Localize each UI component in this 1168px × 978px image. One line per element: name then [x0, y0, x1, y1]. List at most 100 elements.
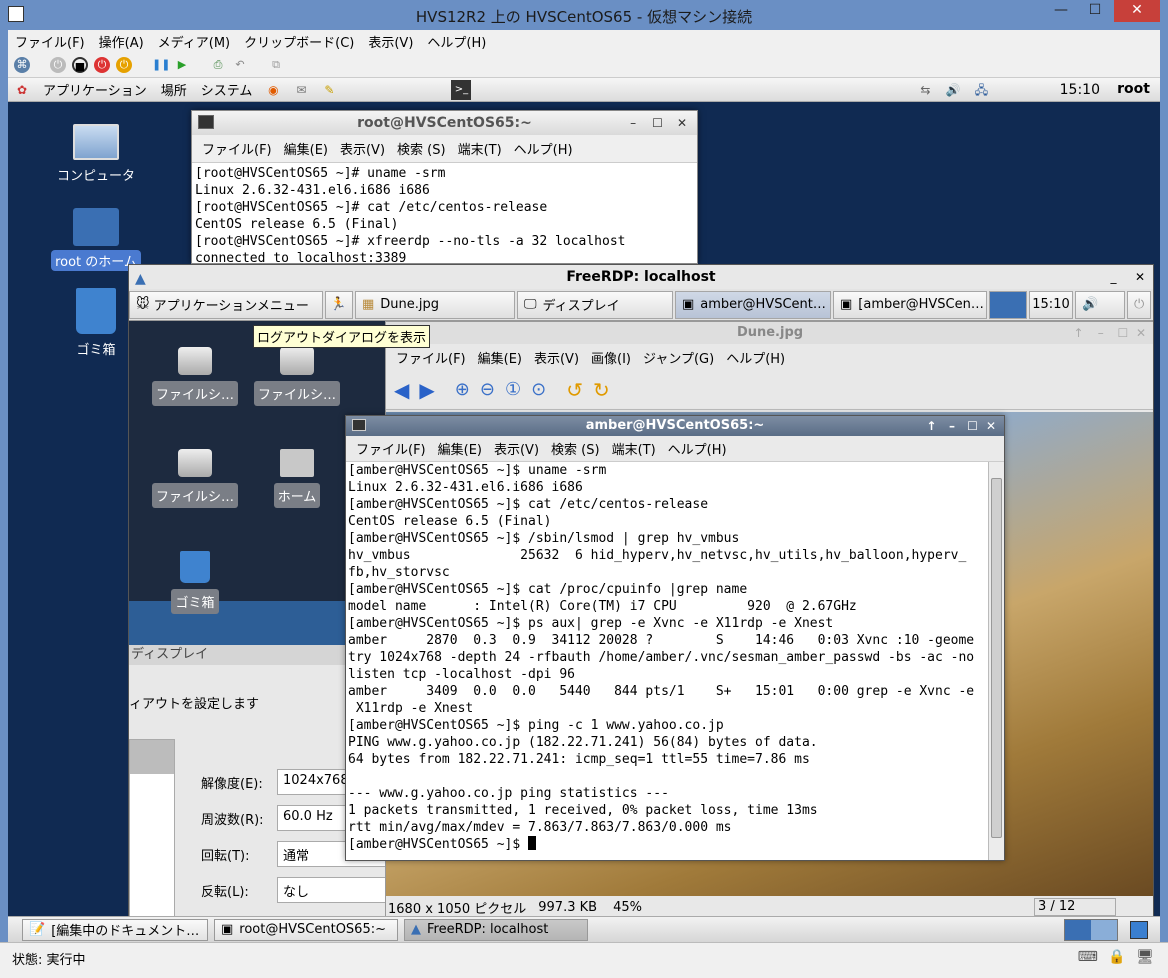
rotate-right-icon[interactable]: ↻ [593, 378, 610, 402]
xfce-desktop-fs-2[interactable]: ファイルシ… [249, 347, 345, 406]
viewer-maximize-button[interactable]: ☐ [1116, 322, 1130, 344]
menu-file[interactable]: ファイル(F) [8, 32, 92, 51]
gnome-user[interactable]: root [1117, 81, 1150, 97]
amber-term-maximize-button[interactable]: ☐ [965, 416, 979, 436]
root-term-maximize-button[interactable]: ☐ [651, 111, 665, 135]
notes-icon[interactable]: ✎ [319, 80, 339, 100]
root-term-menu-view[interactable]: 表示(V) [334, 139, 391, 158]
xfce-power-icon[interactable]: ⏻ [1127, 290, 1151, 319]
viewer-shade-button[interactable]: ↑ [1072, 322, 1086, 344]
root-term-close-button[interactable]: ✕ [675, 111, 689, 135]
xfce-desktop-fs-3[interactable]: ファイルシ… [147, 449, 243, 508]
zoom-100-icon[interactable]: ① [505, 379, 521, 400]
viewer-menu-file[interactable]: ファイル(F) [390, 348, 472, 367]
amber-terminal-window[interactable]: amber@HVSCentOS65:~ ↑ – ☐ ✕ ファイル(F) 編集(E… [345, 415, 1005, 861]
zoom-out-icon[interactable]: ⊖ [480, 379, 495, 400]
root-terminal-output[interactable]: [root@HVSCentOS65 ~]# uname -srm Linux 2… [192, 163, 697, 263]
freerdp-titlebar[interactable]: ▲ FreeRDP: localhost _ ✕ [129, 265, 1153, 289]
root-term-menu-file[interactable]: ファイル(F) [196, 139, 278, 158]
back-arrow-icon[interactable]: ◀ [394, 378, 409, 402]
amber-term-menu-search[interactable]: 検索 (S) [545, 439, 606, 458]
taskbar-gedit[interactable]: 📝 [編集中のドキュメント… [22, 918, 208, 941]
amber-term-menu-view[interactable]: 表示(V) [488, 439, 545, 458]
root-term-menu-help[interactable]: ヘルプ(H) [508, 139, 579, 158]
amber-terminal-titlebar[interactable]: amber@HVSCentOS65:~ ↑ – ☐ ✕ [346, 416, 1004, 436]
viewer-menu-help[interactable]: ヘルプ(H) [720, 348, 791, 367]
xfce-clock[interactable]: 15:10 [1029, 290, 1073, 319]
firefox-icon[interactable]: ◉ [263, 80, 283, 100]
amber-terminal-scrollbar[interactable] [988, 462, 1004, 860]
xfce-desktop-home[interactable]: ホーム [249, 449, 345, 508]
viewer-menu-image[interactable]: 画像(I) [585, 348, 637, 367]
xfce-apps-menu-button[interactable]: 🐭 アプリケーションメニュー [129, 290, 323, 319]
reflection-select[interactable]: なし [277, 877, 397, 903]
minimize-button[interactable]: — [1046, 0, 1076, 22]
viewer-menu-view[interactable]: 表示(V) [528, 348, 585, 367]
xfce-volume-icon[interactable]: 🔊 [1075, 290, 1125, 319]
workspace-switcher[interactable] [989, 290, 1027, 319]
root-term-menu-edit[interactable]: 編集(E) [278, 139, 334, 158]
freerdp-close-button[interactable]: ✕ [1133, 265, 1147, 289]
zoom-fit-icon[interactable]: ⊙ [531, 379, 546, 400]
gnome-workspace-switcher[interactable] [1064, 918, 1118, 941]
xfce-task-amber-terminal[interactable]: ▣ amber@HVSCent… [675, 290, 831, 319]
menu-media[interactable]: メディア(M) [151, 32, 237, 51]
viewer-close-button[interactable]: ✕ [1134, 322, 1148, 344]
xfce-task-dune[interactable]: ▦ Dune.jpg [355, 290, 515, 319]
ctrl-alt-del-icon[interactable]: ⌘ [14, 56, 30, 73]
revert-icon[interactable]: ↶ [232, 57, 248, 73]
volume-icon[interactable]: 🔊 [943, 80, 963, 100]
display-list[interactable] [129, 739, 175, 917]
logout-icon[interactable]: 🏃 [325, 290, 353, 319]
gnome-clock[interactable]: 15:10 [1060, 82, 1100, 98]
maximize-button[interactable]: ☐ [1080, 0, 1110, 22]
terminal-launcher-icon[interactable]: >_ [451, 79, 472, 100]
xfce-desktop-fs-1[interactable]: ファイルシ… [147, 347, 243, 406]
save-state-icon[interactable]: ⏻ [116, 56, 132, 73]
menu-help[interactable]: ヘルプ(H) [420, 32, 493, 51]
network-icon[interactable]: ⇆ [915, 80, 935, 100]
amber-term-menu-terminal[interactable]: 端末(T) [606, 439, 662, 458]
menu-view[interactable]: 表示(V) [361, 32, 420, 51]
taskbar-root-terminal[interactable]: ▣ root@HVSCentOS65:~ [214, 918, 398, 941]
gnome-menu-places[interactable]: 場所 [154, 80, 194, 99]
root-term-minimize-button[interactable]: – [626, 111, 640, 135]
forward-arrow-icon[interactable]: ▶ [419, 378, 434, 402]
root-terminal-titlebar[interactable]: root@HVSCentOS65:~ – ☐ ✕ [192, 111, 697, 135]
desktop-home[interactable]: root のホーム [51, 208, 141, 271]
root-term-menu-search[interactable]: 検索 (S) [391, 139, 452, 158]
menu-clipboard[interactable]: クリップボード(C) [237, 32, 361, 51]
amber-term-menu-help[interactable]: ヘルプ(H) [662, 439, 733, 458]
mail-icon[interactable]: ✉ [291, 80, 311, 100]
viewer-menu-edit[interactable]: 編集(E) [472, 348, 528, 367]
viewer-titlebar[interactable]: Dune.jpg ↑ – ☐ ✕ [386, 322, 1153, 344]
start-icon[interactable]: ⏻ [50, 56, 66, 73]
viewer-minimize-button[interactable]: – [1094, 322, 1108, 344]
freerdp-minimize-button[interactable]: _ [1107, 265, 1121, 289]
xfce-task-display[interactable]: 🖵 ディスプレイ [517, 290, 673, 319]
turn-off-icon[interactable]: ■ [72, 56, 88, 73]
gnome-menu-system[interactable]: システム [194, 80, 260, 99]
amber-term-minimize-button[interactable]: – [945, 416, 959, 436]
amber-terminal-output[interactable]: [amber@HVSCentOS65 ~]$ uname -srm Linux … [346, 462, 986, 860]
resume-icon[interactable]: ▶ [174, 57, 190, 73]
freerdp-window[interactable]: ▲ FreeRDP: localhost _ ✕ 🐭 アプリケーションメニュー … [128, 264, 1154, 918]
taskbar-freerdp[interactable]: ▲ FreeRDP: localhost [404, 918, 588, 941]
xfce-desktop-trash[interactable]: ゴミ箱 [147, 551, 243, 614]
amber-term-menu-edit[interactable]: 編集(E) [432, 439, 488, 458]
desktop-computer[interactable]: コンピュータ [51, 124, 141, 185]
rotate-left-icon[interactable]: ↺ [566, 378, 583, 402]
shutdown-icon[interactable]: ⏻ [94, 56, 110, 73]
root-term-menu-terminal[interactable]: 端末(T) [452, 139, 508, 158]
network-manager-icon[interactable]: 🖧 [971, 80, 991, 100]
amber-term-close-button[interactable]: ✕ [984, 416, 998, 436]
menu-action[interactable]: 操作(A) [92, 32, 151, 51]
show-desktop-icon[interactable] [1130, 920, 1148, 939]
enhanced-session-icon[interactable]: ⧉ [268, 57, 284, 73]
viewer-menu-jump[interactable]: ジャンプ(G) [637, 348, 720, 367]
root-terminal-window[interactable]: root@HVSCentOS65:~ – ☐ ✕ ファイル(F) 編集(E) 表… [191, 110, 698, 264]
amber-term-menu-file[interactable]: ファイル(F) [350, 439, 432, 458]
gnome-menu-applications[interactable]: アプリケーション [36, 80, 154, 99]
checkpoint-icon[interactable]: ⎙ [210, 57, 226, 73]
amber-term-shade-button[interactable]: ↑ [924, 416, 938, 436]
